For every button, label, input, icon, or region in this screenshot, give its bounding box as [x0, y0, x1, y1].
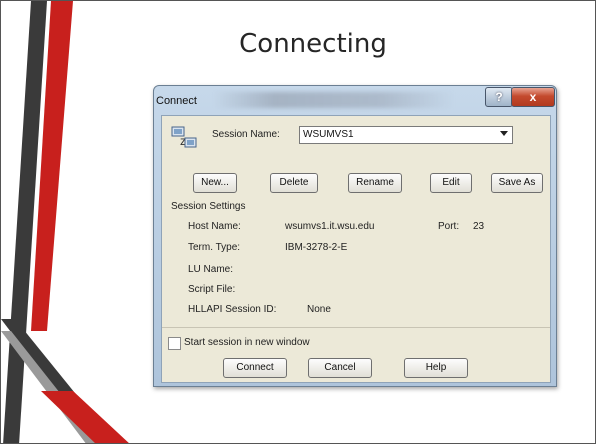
help-button[interactable]: Help: [404, 358, 468, 378]
delete-button[interactable]: Delete: [270, 173, 318, 193]
host-name-label: Host Name:: [188, 221, 241, 232]
hllapi-value: None: [307, 304, 331, 315]
session-name-value: WSUMVS1: [303, 129, 354, 140]
chevron-down-icon[interactable]: [500, 131, 508, 136]
edit-button[interactable]: Edit: [430, 173, 472, 193]
connect-button[interactable]: Connect: [223, 358, 287, 378]
session-icon: z: [171, 126, 197, 148]
hllapi-label: HLLAPI Session ID:: [188, 304, 277, 315]
slide: Connecting Connect ? x z Session Name: W…: [0, 0, 596, 444]
port-label: Port:: [438, 221, 460, 232]
close-button[interactable]: x: [511, 87, 555, 107]
titlebar-help-button[interactable]: ?: [485, 87, 513, 107]
session-settings-label: Session Settings: [171, 201, 246, 212]
session-name-select[interactable]: WSUMVS1: [299, 126, 513, 144]
new-window-checkbox[interactable]: [168, 337, 181, 350]
host-name-value: wsumvs1.it.wsu.edu: [285, 221, 375, 232]
dialog-titlebar[interactable]: Connect ? x: [154, 86, 556, 114]
new-button[interactable]: New...: [193, 173, 237, 193]
save-as-button[interactable]: Save As: [491, 173, 543, 193]
titlebar-blur: [214, 92, 454, 108]
term-type-label: Term. Type:: [188, 242, 241, 253]
term-type-value: IBM-3278-2-E: [285, 242, 348, 253]
script-file-label: Script File:: [188, 284, 236, 295]
connect-dialog: Connect ? x z Session Name: WSUMVS1 New.…: [153, 85, 557, 387]
rename-button[interactable]: Rename: [348, 173, 402, 193]
lu-name-label: LU Name:: [188, 264, 234, 275]
slide-title: Connecting: [239, 29, 387, 59]
session-name-label: Session Name:: [212, 129, 280, 140]
new-window-label: Start session in new window: [184, 337, 310, 348]
separator: [162, 327, 550, 328]
cancel-button[interactable]: Cancel: [308, 358, 372, 378]
dialog-title: Connect: [156, 95, 197, 107]
dialog-client-area: z Session Name: WSUMVS1 New... Delete Re…: [161, 115, 551, 383]
port-value: 23: [473, 221, 485, 232]
